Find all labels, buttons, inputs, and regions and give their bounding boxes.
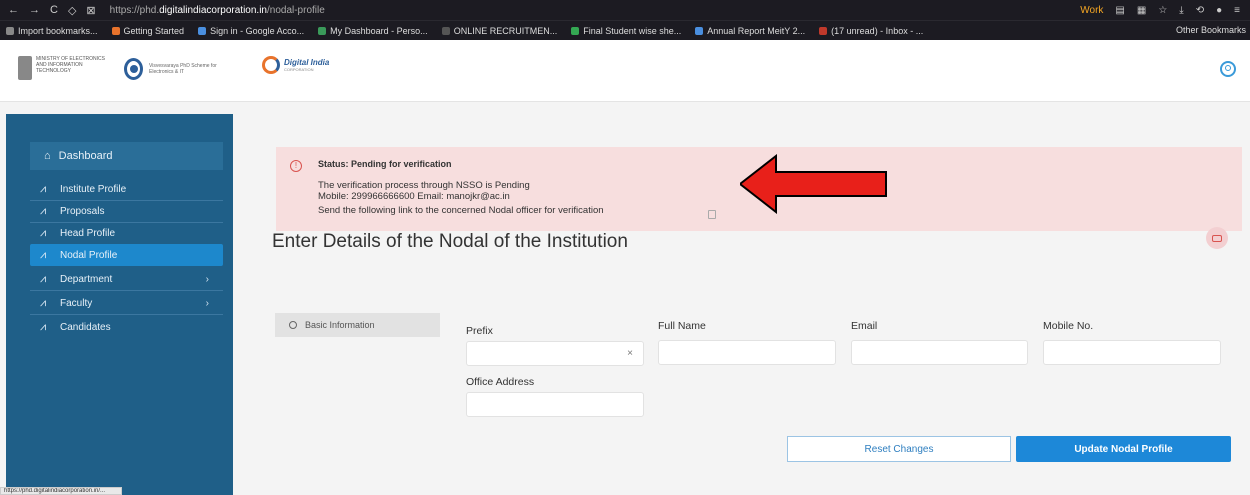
reset-changes-button[interactable]: Reset Changes xyxy=(787,436,1011,462)
pulse-icon: ⩘ xyxy=(40,182,47,195)
chevron-right-icon: › xyxy=(205,273,209,285)
bookmark-icon xyxy=(695,26,704,35)
pulse-icon: ⩘ xyxy=(40,320,47,333)
office-address-input[interactable] xyxy=(466,392,644,417)
sidebar-item-proposals[interactable]: ⩘ Proposals xyxy=(30,200,223,222)
prefix-label: Prefix xyxy=(466,325,493,337)
bookmark-icon xyxy=(318,26,327,35)
close-badge-icon[interactable] xyxy=(1206,227,1228,249)
forward-icon[interactable]: → xyxy=(29,4,40,17)
bookmark-icon xyxy=(111,26,120,35)
email-input[interactable] xyxy=(851,340,1028,365)
lock-icon[interactable]: ⊠ xyxy=(86,4,95,17)
sidebar-item-dashboard[interactable]: ⌂ Dashboard xyxy=(30,142,223,170)
sidebar-item-nodal-profile[interactable]: ⩘ Nodal Profile xyxy=(30,244,223,266)
bookmark-item[interactable]: Final Student wise she... xyxy=(571,26,681,36)
sidebar-item-candidates[interactable]: ⩘ Candidates xyxy=(30,316,223,338)
email-label: Email xyxy=(851,320,878,332)
sidebar-item-faculty[interactable]: ⩘ Faculty › xyxy=(30,292,223,314)
work-container-label[interactable]: Work xyxy=(1080,5,1103,16)
annotation-arrow-icon xyxy=(740,154,887,214)
sidebar-divider xyxy=(30,314,223,315)
other-bookmarks[interactable]: Other Bookmarks xyxy=(1176,25,1246,35)
bookmark-icon xyxy=(819,26,828,35)
home-icon: ⌂ xyxy=(44,150,51,162)
reload-icon[interactable]: C xyxy=(50,4,58,17)
emblem-icon xyxy=(18,56,32,80)
pulse-icon: ⩘ xyxy=(40,248,47,261)
menu-icon[interactable]: ≡ xyxy=(1234,5,1240,16)
sidebar-item-head-profile[interactable]: ⩘ Head Profile xyxy=(30,222,223,244)
alert-line-link: Send the following link to the concerned… xyxy=(318,205,604,216)
office-address-label: Office Address xyxy=(466,376,535,388)
digital-india-logo[interactable]: Digital India CORPORATION xyxy=(262,56,329,74)
bookmark-icon xyxy=(6,26,14,35)
bookmark-icon xyxy=(571,26,580,35)
digital-india-icon xyxy=(262,56,280,74)
alert-line-contact: Mobile: 299966666600 Email: manojkr@ac.i… xyxy=(318,191,510,202)
browser-status-url: https://phd.digitalindiacorporation.in/.… xyxy=(0,487,122,495)
account-icon[interactable]: ● xyxy=(1216,5,1222,16)
update-nodal-profile-button[interactable]: Update Nodal Profile xyxy=(1016,436,1231,462)
star-icon[interactable]: ☆ xyxy=(1158,5,1167,16)
address-bar[interactable]: https://phd.digitalindiacorporation.in/n… xyxy=(110,5,325,16)
reader-icon[interactable]: ▤ xyxy=(1115,5,1124,16)
phd-scheme-logo[interactable]: Visvesvaraya PhD Scheme for Electronics … xyxy=(124,54,234,84)
bookmark-item[interactable]: Sign in - Google Acco... xyxy=(198,26,304,36)
user-profile-icon[interactable] xyxy=(1220,61,1236,77)
fullname-input[interactable] xyxy=(658,340,836,365)
pulse-icon: ⩘ xyxy=(40,296,47,309)
bookmark-icon xyxy=(198,26,207,35)
bookmark-item[interactable]: (17 unread) - Inbox - ... xyxy=(819,26,923,36)
bookmark-icon xyxy=(441,26,450,35)
tab-basic-information[interactable]: Basic Information xyxy=(275,313,440,337)
mobile-input[interactable] xyxy=(1043,340,1221,365)
bookmark-item[interactable]: Getting Started xyxy=(111,26,184,36)
bookmark-item[interactable]: My Dashboard - Perso... xyxy=(318,26,428,36)
info-icon xyxy=(289,321,297,329)
sidebar-divider xyxy=(30,290,223,291)
mobile-label: Mobile No. xyxy=(1043,320,1094,332)
sidebar-item-department[interactable]: ⩘ Department › xyxy=(30,268,223,290)
extensions-icon[interactable]: ▦ xyxy=(1137,5,1146,16)
fullname-label: Full Name xyxy=(658,320,706,332)
download-icon[interactable]: ⤓ xyxy=(1179,5,1183,16)
prefix-select[interactable]: × xyxy=(466,341,644,366)
bookmark-item[interactable]: ONLINE RECRUITMEN... xyxy=(441,26,557,36)
bookmarks-bar: Import bookmarks... Getting Started Sign i… xyxy=(0,20,1250,40)
pulse-icon: ⩘ xyxy=(40,204,47,217)
warning-icon: ! xyxy=(290,160,302,172)
browser-toolbar: ← → C ◇ ⊠ https://phd.digitalindiacorpor… xyxy=(0,0,1250,20)
sync-icon[interactable]: ⟲ xyxy=(1196,5,1204,16)
copy-link-icon[interactable] xyxy=(708,210,716,219)
bookmark-item[interactable]: Annual Report MeitY 2... xyxy=(695,26,805,36)
pulse-icon: ⩘ xyxy=(40,272,47,285)
shield-icon[interactable]: ◇ xyxy=(68,4,76,17)
scheme-logo-icon xyxy=(124,58,144,80)
back-icon[interactable]: ← xyxy=(8,4,19,17)
alert-line-process: The verification process through NSSO is… xyxy=(318,180,530,191)
sidebar-item-institute-profile[interactable]: ⩘ Institute Profile xyxy=(30,178,223,200)
page-title: Enter Details of the Nodal of the Instit… xyxy=(272,231,628,252)
clear-icon[interactable]: × xyxy=(627,348,633,359)
bookmark-item[interactable]: Import bookmarks... xyxy=(6,26,98,36)
alert-status: Status: Pending for verification xyxy=(318,159,452,169)
pulse-icon: ⩘ xyxy=(40,226,47,239)
chevron-right-icon: › xyxy=(205,297,209,309)
meity-logo[interactable]: MINISTRY OF ELECTRONICS AND INFORMATION … xyxy=(18,54,108,84)
site-header: MINISTRY OF ELECTRONICS AND INFORMATION … xyxy=(0,40,1250,102)
